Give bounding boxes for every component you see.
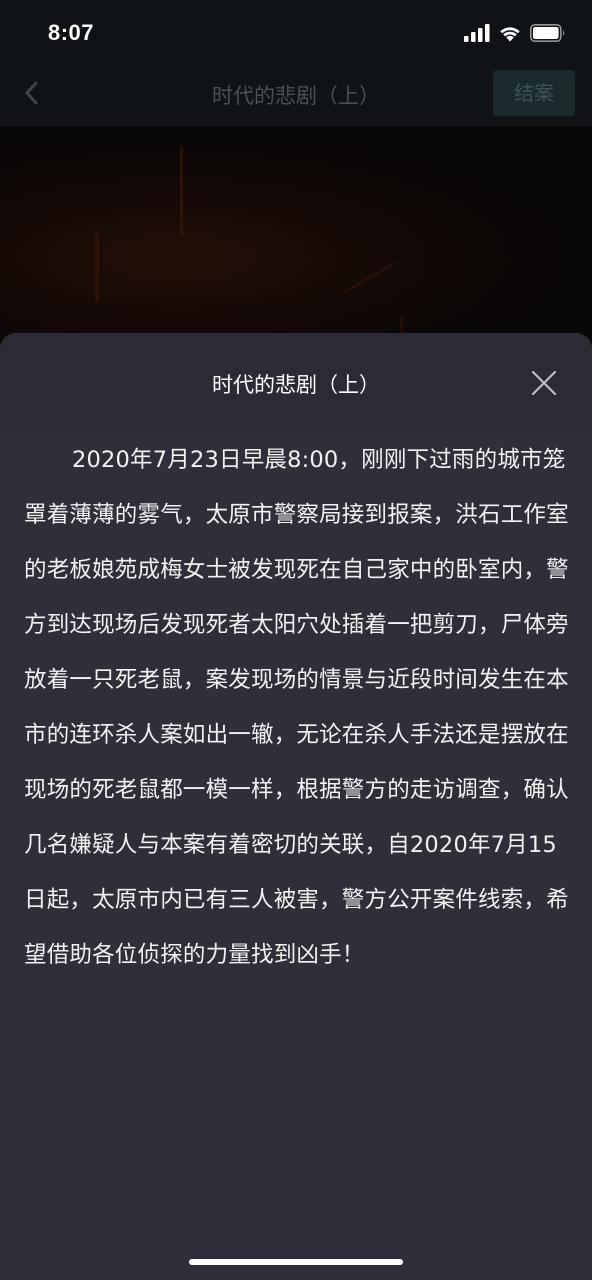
case-description: 2020年7月23日早晨8:00，刚刚下过雨的城市笼罩着薄薄的雾气，太原市警察局… bbox=[24, 447, 569, 968]
home-indicator bbox=[189, 1259, 403, 1265]
wifi-icon bbox=[500, 27, 520, 42]
scene-background bbox=[0, 126, 592, 366]
status-time: 8:07 bbox=[48, 20, 95, 45]
scene-detail bbox=[180, 146, 183, 236]
sheet-header: 时代的悲剧（上） bbox=[0, 333, 592, 433]
scene-detail bbox=[343, 261, 397, 294]
close-case-button[interactable]: 结案 bbox=[493, 70, 575, 116]
status-icons bbox=[464, 24, 566, 42]
sheet-title: 时代的悲剧（上） bbox=[212, 373, 380, 397]
case-intro-sheet: 时代的悲剧（上） 2020年7月23日早晨8:00，刚刚下过雨的城市笼罩着薄薄的… bbox=[0, 333, 592, 1280]
status-bar: 8:07 bbox=[0, 0, 592, 70]
cellular-signal-icon bbox=[464, 24, 490, 42]
close-icon[interactable] bbox=[528, 367, 560, 399]
scene-detail bbox=[95, 231, 99, 301]
nav-bar: 时代的悲剧（上） 结案 bbox=[0, 62, 592, 126]
battery-icon bbox=[530, 24, 565, 42]
